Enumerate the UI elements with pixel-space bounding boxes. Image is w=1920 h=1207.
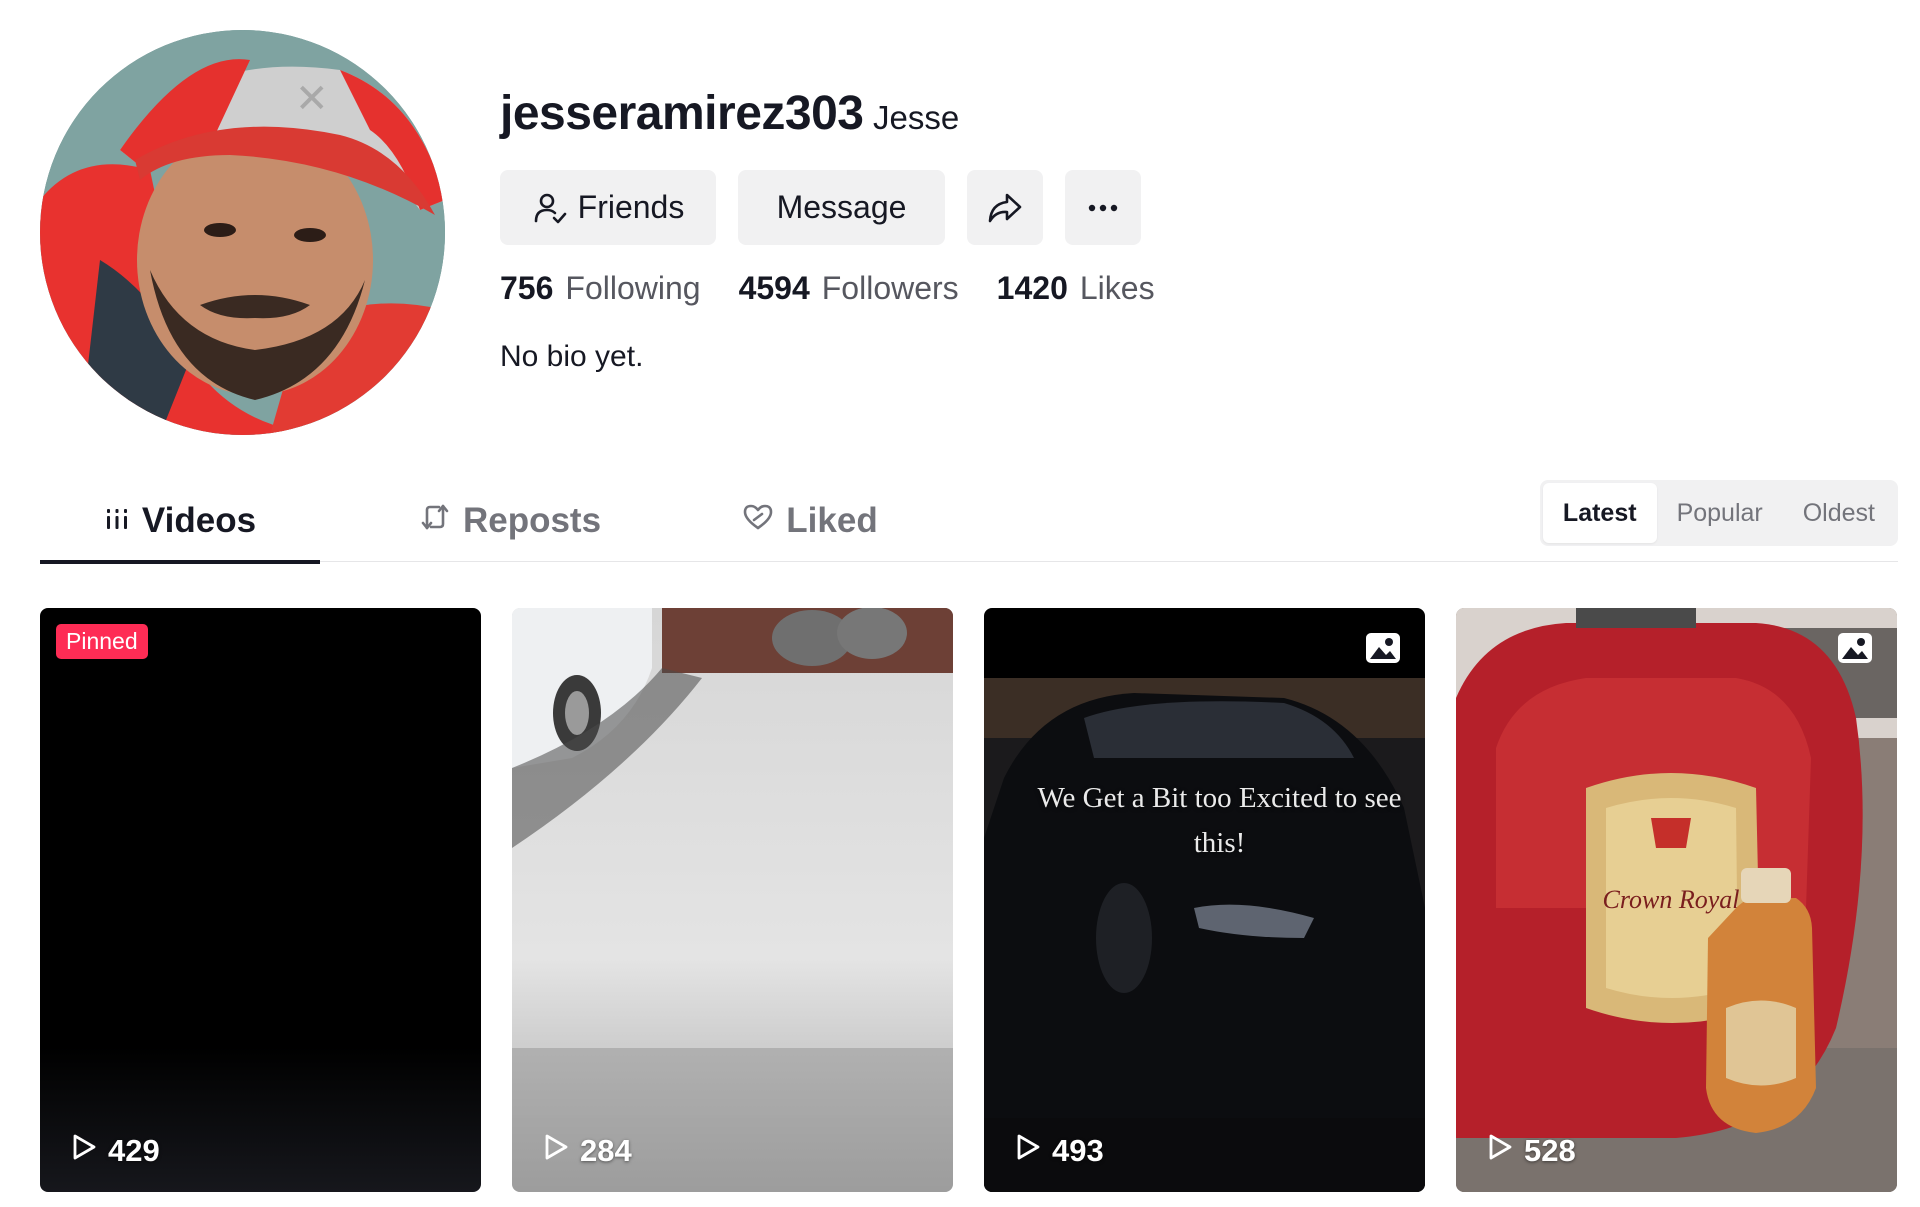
tab-liked[interactable]: Liked	[680, 480, 940, 562]
video-thumbnail: Crown Royal	[1456, 608, 1897, 1192]
video-grid: Pinned 429 284 We Get a Bit too Excited …	[40, 608, 1898, 1192]
sort-oldest[interactable]: Oldest	[1783, 483, 1895, 543]
more-options-button[interactable]	[1065, 170, 1141, 245]
play-icon	[1486, 1132, 1514, 1170]
stat-following[interactable]: 756 Following	[500, 270, 701, 307]
stat-value: 4594	[738, 270, 810, 306]
message-button[interactable]: Message	[738, 170, 945, 245]
message-button-label: Message	[776, 189, 907, 225]
view-count-value: 429	[108, 1133, 160, 1168]
stat-label: Following	[565, 270, 701, 306]
friends-icon	[532, 190, 568, 226]
tab-reposts-label: Reposts	[462, 501, 602, 540]
play-icon	[1014, 1132, 1042, 1170]
svg-text:✕: ✕	[295, 76, 329, 122]
stat-label: Likes	[1079, 270, 1155, 306]
view-count-value: 284	[580, 1133, 632, 1168]
sort-latest[interactable]: Latest	[1542, 483, 1657, 543]
sort-switcher: Latest Popular Oldest	[1539, 480, 1898, 546]
photo-post-icon	[1837, 632, 1873, 669]
view-count: 429	[70, 1132, 160, 1170]
profile-stats: 756 Following 4594 Followers 1420 Likes	[500, 270, 1193, 307]
pinned-badge: Pinned	[56, 624, 148, 659]
video-card[interactable]: We Get a Bit too Excited to see this! 49…	[984, 608, 1425, 1192]
heart-icon	[742, 501, 774, 542]
repost-icon	[419, 501, 451, 542]
share-button[interactable]	[967, 170, 1043, 245]
profile-bio: No bio yet.	[500, 340, 644, 373]
tab-liked-label: Liked	[786, 501, 878, 540]
profile-nickname: Jesse	[873, 99, 960, 136]
stat-value: 1420	[996, 270, 1068, 306]
play-icon	[70, 1132, 98, 1170]
video-card[interactable]: Pinned 429	[40, 608, 481, 1192]
friends-button[interactable]: Friends	[500, 170, 716, 245]
stat-followers[interactable]: 4594 Followers	[739, 270, 959, 307]
svg-text:Crown Royal: Crown Royal	[1603, 885, 1740, 914]
stat-value: 756	[500, 270, 554, 306]
sort-popular[interactable]: Popular	[1657, 483, 1783, 543]
profile-page: ✕ jesseramirez303 Jesse Friends Message	[0, 0, 1920, 1207]
video-overlay-text: We Get a Bit too Excited to see this!	[1037, 782, 1402, 859]
profile-actions: Friends Message	[500, 170, 1141, 245]
tab-reposts[interactable]: Reposts	[380, 480, 640, 562]
view-count-value: 493	[1052, 1133, 1104, 1168]
video-thumbnail	[40, 608, 481, 1192]
friends-button-label: Friends	[577, 189, 685, 225]
tab-videos-label: Videos	[141, 501, 257, 540]
stat-label: Followers	[821, 270, 959, 306]
share-icon	[986, 189, 1024, 227]
more-icon	[1087, 203, 1119, 213]
view-count: 528	[1486, 1132, 1576, 1170]
view-count: 284	[542, 1132, 632, 1170]
profile-username: jesseramirez303	[500, 87, 864, 140]
video-card[interactable]: 284	[512, 608, 953, 1192]
view-count: 493	[1014, 1132, 1104, 1170]
video-thumbnail	[984, 608, 1425, 1192]
view-count-value: 528	[1524, 1133, 1576, 1168]
tab-videos[interactable]: Videos	[40, 480, 320, 564]
profile-avatar[interactable]: ✕	[40, 30, 445, 435]
play-icon	[542, 1132, 570, 1170]
profile-tabs: Videos Reposts Liked Latest Popular Olde…	[40, 480, 1898, 564]
video-card[interactable]: Crown Royal 528	[1456, 608, 1897, 1192]
photo-post-icon	[1365, 632, 1401, 669]
grid-icon	[104, 501, 130, 541]
video-thumbnail	[512, 608, 953, 1192]
stat-likes: 1420 Likes	[997, 270, 1155, 307]
